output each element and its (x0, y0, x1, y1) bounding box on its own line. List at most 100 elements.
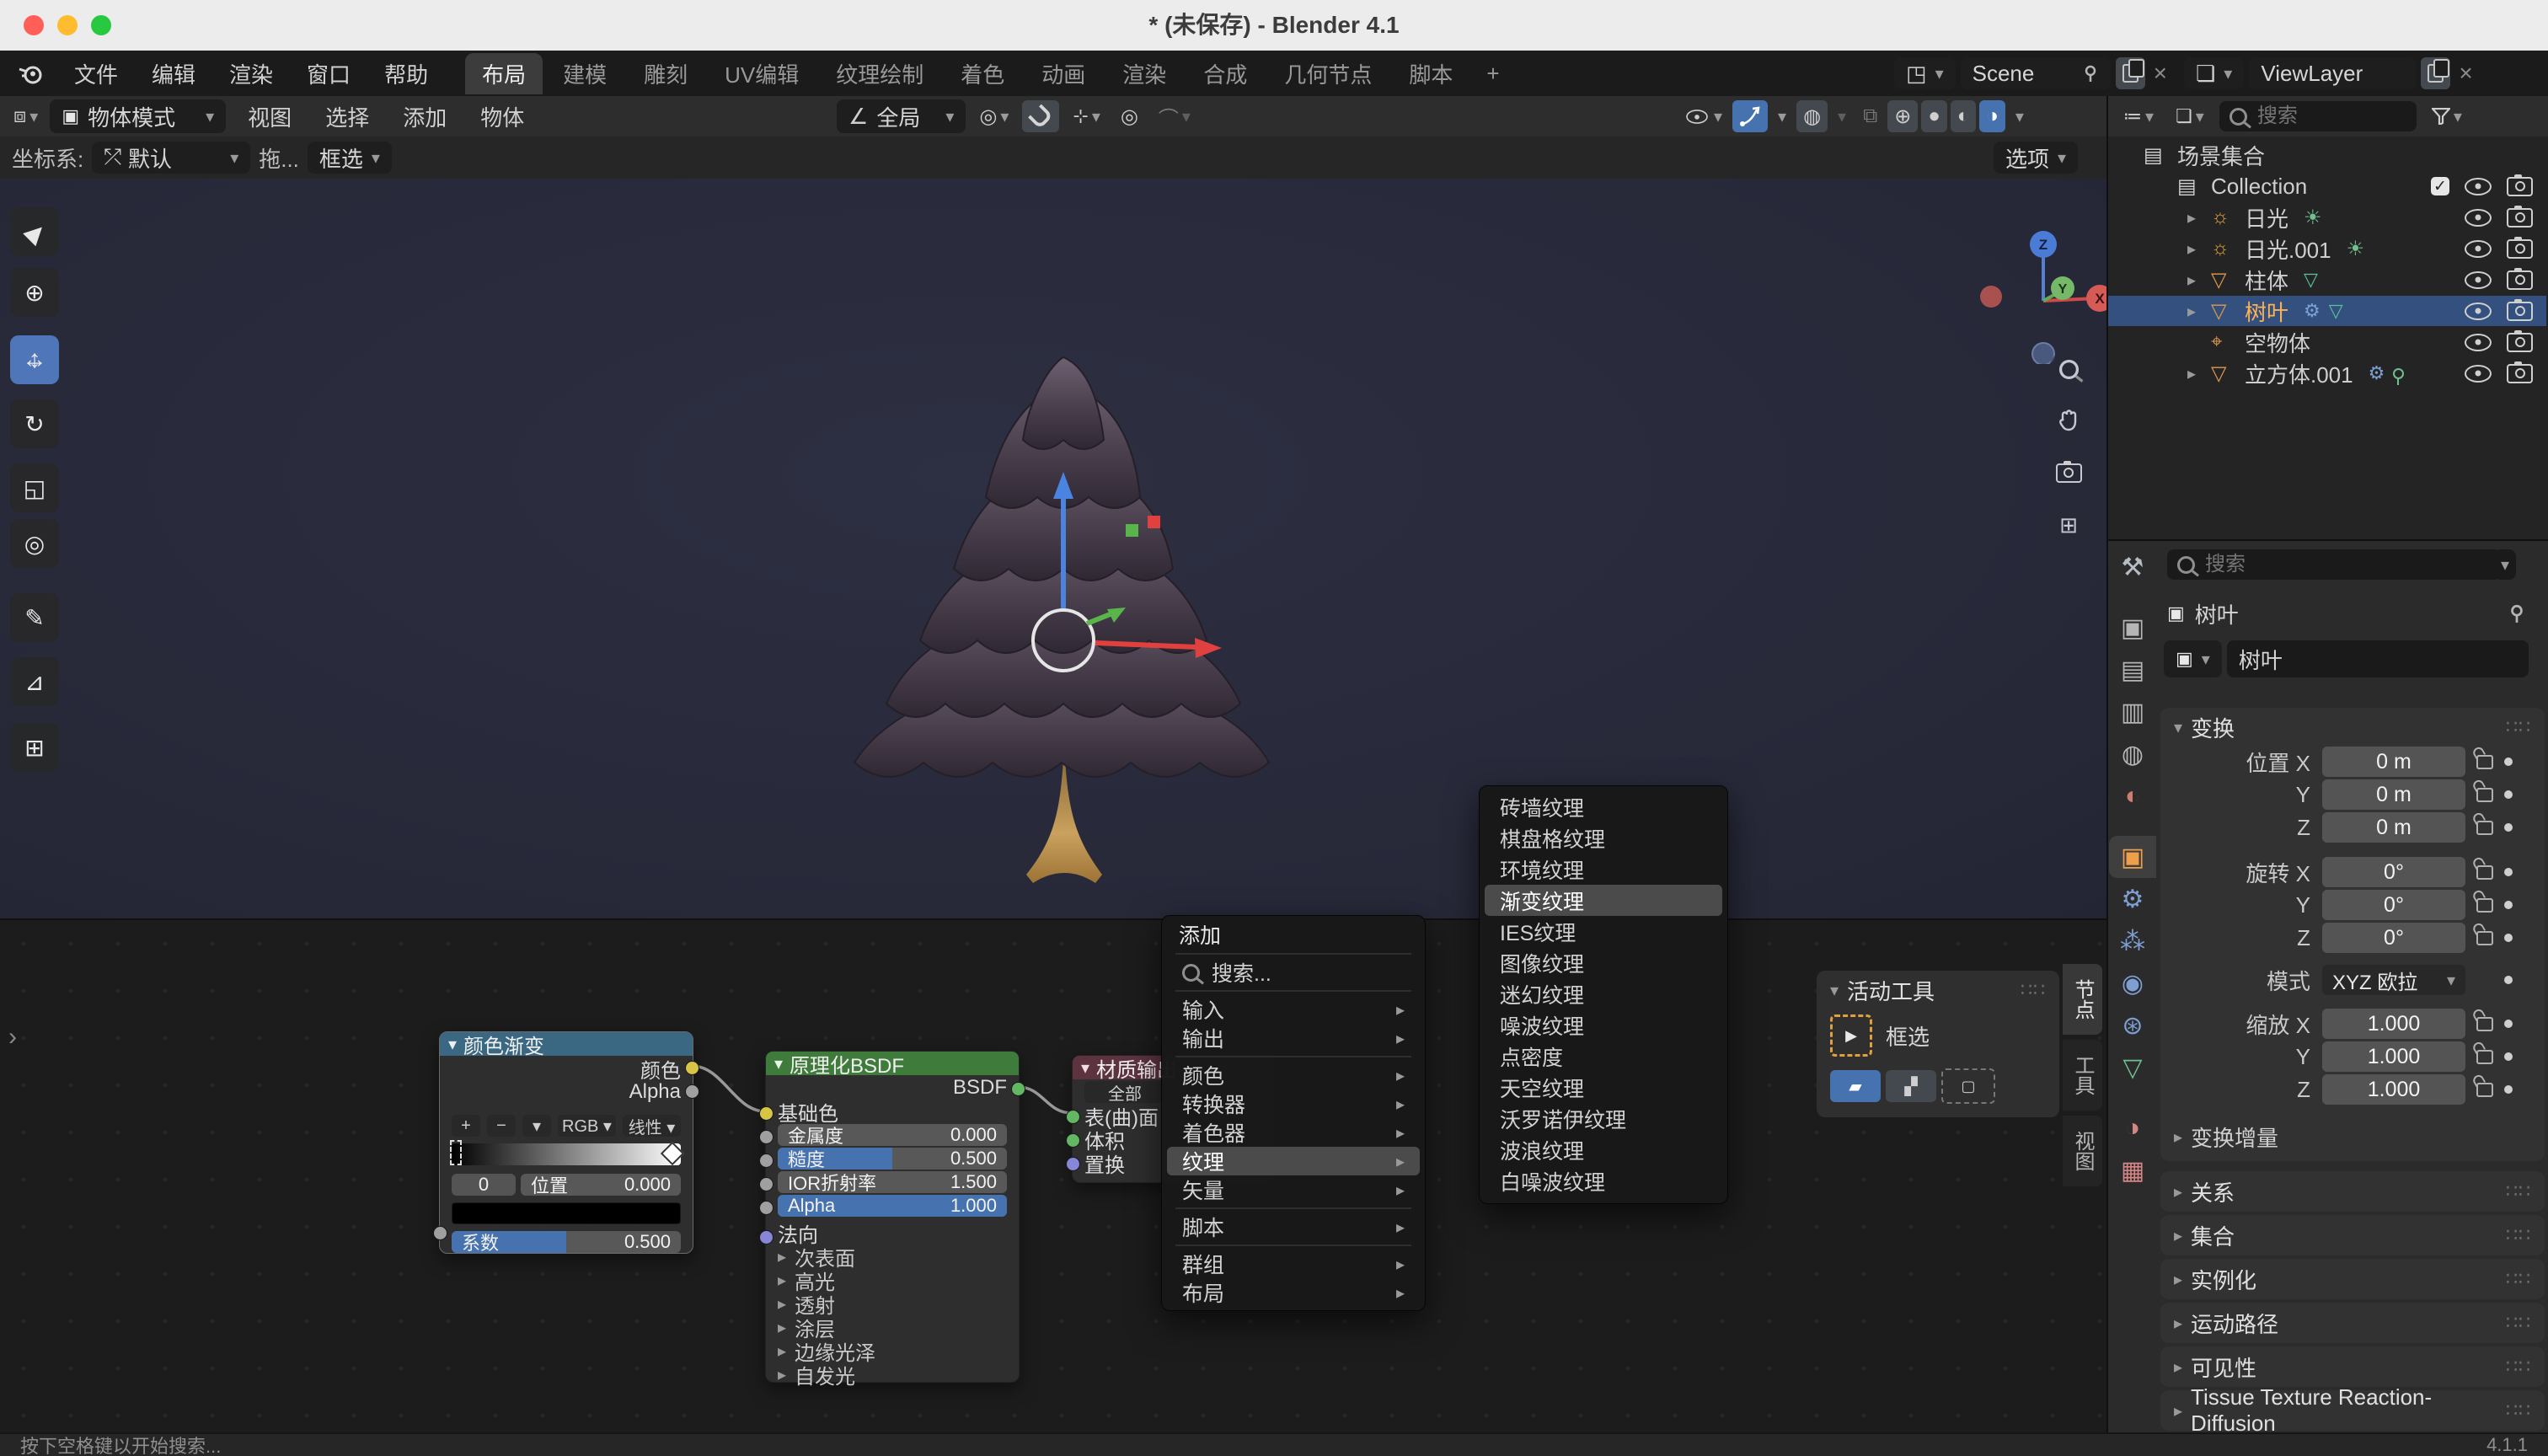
texture-submenu-item-点密度[interactable]: 点密度 (1485, 1041, 1722, 1072)
animate-dot[interactable] (2504, 757, 2513, 766)
panel-集合[interactable]: ▸集合∷∷ (2160, 1215, 2545, 1255)
scene-type-button[interactable]: ◳▾ (1894, 57, 1956, 89)
animate-dot[interactable] (2504, 901, 2513, 909)
animate-dot[interactable] (2504, 823, 2513, 832)
ortho-toggle-icon[interactable]: ⊞ (2049, 506, 2088, 544)
render-visibility-icon[interactable] (2507, 208, 2533, 228)
bsdf-section-涂层[interactable]: ▸涂层 (778, 1316, 1007, 1338)
visibility-eye-icon[interactable] (2465, 240, 2492, 258)
shading-wireframe-button[interactable]: ⊕ (1887, 100, 1918, 132)
add-menu-item-颜色[interactable]: 颜色▸ (1167, 1061, 1420, 1089)
value-field[interactable]: 1.000 (2322, 1041, 2465, 1072)
value-field[interactable]: 0° (2322, 923, 2465, 953)
add-menu-item-输出[interactable]: 输出▸ (1167, 1024, 1420, 1052)
close-window-button[interactable] (24, 15, 44, 35)
unlink-scene-button[interactable]: × (2150, 60, 2171, 87)
orientation-dropdown[interactable]: ∠全局▾ (837, 99, 966, 133)
properties-tab-material[interactable]: ◑ (2109, 1107, 2156, 1149)
xray-toggle[interactable]: ⧉ (1856, 100, 1884, 132)
outliner-row-空物体[interactable]: ⌖空物体 (2108, 327, 2546, 357)
lock-icon[interactable] (2476, 898, 2493, 913)
bsdf-section-高光[interactable]: ▸高光 (778, 1269, 1007, 1291)
output-target-button[interactable]: 全部 (1084, 1081, 1165, 1103)
socket-Alpha[interactable] (759, 1201, 774, 1215)
topbar-menu-文件[interactable]: 文件 (57, 58, 135, 89)
value-field[interactable]: 1.000 (2322, 1009, 2465, 1039)
workspace-tab-合成[interactable]: 合成 (1186, 53, 1264, 94)
render-visibility-icon[interactable] (2507, 333, 2533, 352)
n-panel-tab-视图[interactable]: 视图 (2063, 1116, 2102, 1186)
add-menu-item-着色器[interactable]: 着色器▸ (1167, 1118, 1420, 1147)
properties-tab-particles[interactable]: ⁂ (2109, 920, 2156, 962)
bsdf-slider-Alpha[interactable]: Alpha1.000 (778, 1195, 1007, 1217)
pivot-point-dropdown[interactable]: ◎▾ (972, 100, 1015, 132)
panel-Tissue Texture Reaction-Diffusion[interactable]: ▸Tissue Texture Reaction-Diffusion∷∷ (2160, 1390, 2545, 1431)
properties-tab-tool[interactable]: ⚒ (2109, 546, 2156, 588)
render-visibility-icon[interactable] (2507, 177, 2533, 196)
socket-体积[interactable] (1066, 1133, 1080, 1148)
properties-tab-render[interactable]: ▣ (2109, 607, 2156, 649)
properties-search-options[interactable]: ▾ (2494, 549, 2516, 580)
blender-logo-icon[interactable] (17, 59, 46, 88)
visibility-eye-icon[interactable] (2465, 271, 2492, 289)
lock-icon[interactable] (2476, 1050, 2493, 1064)
animate-dot[interactable] (2504, 976, 2513, 984)
socket-颜色[interactable] (685, 1061, 699, 1075)
viewlayer-type-button[interactable]: ❏▾ (2184, 57, 2244, 89)
lock-icon[interactable] (2476, 821, 2493, 835)
workspace-tab-几何节点[interactable]: 几何节点 (1267, 53, 1389, 94)
animate-dot[interactable] (2504, 1020, 2513, 1028)
socket-fac[interactable] (433, 1226, 447, 1240)
shading-material-button[interactable]: ◐ (1951, 100, 1977, 132)
scene-selector[interactable]: Scene (1961, 57, 2111, 89)
texture-submenu-item-环境纹理[interactable]: 环境纹理 (1485, 854, 1722, 885)
render-visibility-icon[interactable] (2507, 239, 2533, 259)
shader-editor-canvas[interactable]: › ▾颜色渐变颜色Alpha+−▾RGB ▾线性 ▾0位置0.000系数0.50… (0, 918, 2106, 1434)
shading-rendered-button[interactable]: ◑ (1979, 100, 2005, 132)
panel-运动路径[interactable]: ▸运动路径∷∷ (2160, 1303, 2545, 1343)
gizmos-dropdown[interactable]: ▾ (1771, 100, 1793, 132)
properties-tab-constraints[interactable]: ⊛ (2109, 1004, 2156, 1046)
ramp-add-stop-button[interactable]: + (452, 1115, 480, 1137)
shading-solid-button[interactable]: ● (1921, 100, 1947, 132)
workspace-tab-着色[interactable]: 着色 (944, 53, 1021, 94)
editor-type-button[interactable]: ⧈▾ (7, 100, 45, 132)
socket-Alpha[interactable] (685, 1084, 699, 1099)
navigation-gizmo[interactable]: ZXY (1963, 204, 2106, 364)
value-field[interactable]: 0 m (2322, 779, 2465, 810)
workspace-tab-脚本[interactable]: 脚本 (1392, 53, 1469, 94)
outliner-row-立方体.001[interactable]: ▸▽立方体.001⚙ (2108, 358, 2546, 388)
value-field[interactable]: 0 m (2322, 812, 2465, 843)
properties-search-input[interactable] (2203, 552, 2443, 577)
outliner-search[interactable] (2219, 101, 2417, 131)
rotate-tool-button[interactable]: ↻ (10, 399, 59, 448)
remove-viewlayer-button[interactable]: × (2455, 60, 2476, 87)
colorramp-node[interactable]: ▾颜色渐变颜色Alpha+−▾RGB ▾线性 ▾0位置0.000系数0.500 (439, 1031, 693, 1254)
lock-icon[interactable] (2476, 931, 2493, 945)
socket-表(曲)面[interactable] (1066, 1110, 1080, 1124)
animate-dot[interactable] (2504, 934, 2513, 942)
socket-base-color[interactable] (759, 1106, 774, 1121)
panel-实例化[interactable]: ▸实例化∷∷ (2160, 1259, 2545, 1299)
viewport-menu-选择[interactable]: 选择 (308, 101, 386, 132)
zoom-icon[interactable] (2049, 350, 2088, 388)
visibility-eye-icon[interactable] (2465, 302, 2492, 320)
expand-arrow[interactable]: ▸ (2187, 301, 2211, 322)
ramp-mode-dropdown[interactable]: RGB ▾ (558, 1115, 616, 1137)
overlays-toggle[interactable]: ◍ (1796, 100, 1828, 132)
animate-dot[interactable] (2504, 1052, 2513, 1061)
socket-金属度[interactable] (759, 1130, 774, 1144)
animate-dot[interactable] (2504, 1085, 2513, 1094)
ramp-index-field[interactable]: 0 (452, 1174, 516, 1196)
visibility-eye-icon[interactable] (2465, 365, 2492, 383)
lock-icon[interactable] (2476, 755, 2493, 769)
add-menu-item-纹理[interactable]: 纹理▸ (1167, 1147, 1420, 1175)
snap-toggle[interactable] (1022, 100, 1059, 132)
outliner-row-树叶[interactable]: ▸▽树叶⚙▽ (2108, 296, 2546, 326)
viewlayer-selector[interactable]: ViewLayer (2249, 57, 2416, 89)
copy-viewlayer-button[interactable] (2421, 57, 2450, 89)
viewport-menu-物体[interactable]: 物体 (463, 101, 541, 132)
texture-submenu-item-白噪波纹理[interactable]: 白噪波纹理 (1485, 1165, 1722, 1196)
visibility-eye-icon[interactable] (2465, 209, 2492, 227)
visibility-dropdown[interactable]: ▾ (1677, 100, 1729, 132)
